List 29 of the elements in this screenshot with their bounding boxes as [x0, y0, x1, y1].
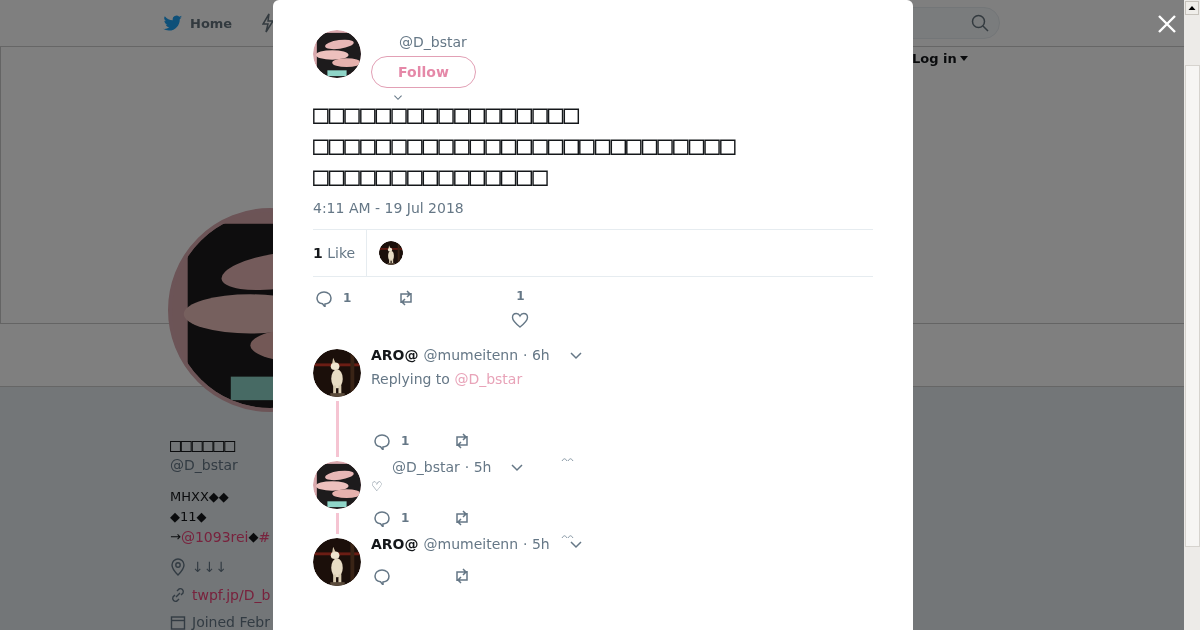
bio-text: MHXX◆◆ [170, 488, 229, 506]
reply-button[interactable]: 1 [373, 509, 410, 527]
tweet-timestamp[interactable]: 4:11 AM - 19 Jul 2018 [313, 200, 873, 216]
profile-handle: @D_bstar [170, 457, 238, 473]
author-handle[interactable]: @D_bstar [399, 34, 467, 50]
reply-time[interactable]: · 6h [523, 347, 550, 363]
reply-author-handle[interactable]: @mumeitenn [423, 347, 519, 363]
home-link[interactable]: Home [163, 14, 233, 32]
bio-text: → [170, 528, 181, 546]
reply-text: ♡ [371, 479, 384, 494]
reply-author-name[interactable]: ARO@ [371, 347, 419, 363]
likes-count[interactable]: 1 Like [313, 230, 368, 276]
profile-location: ↓↓↓ [192, 559, 228, 575]
bio-text: ◆ [248, 528, 259, 546]
reply-author-handle[interactable]: @D_bstar [392, 459, 460, 475]
bio-text: ◆11◆ [170, 508, 207, 526]
reply-button[interactable]: 1 [315, 289, 352, 307]
like-button[interactable]: 1 [511, 289, 530, 329]
reply-author-handle[interactable]: @mumeitenn [423, 536, 519, 552]
profile-name: □□□□□□ [170, 433, 236, 457]
reply-button[interactable]: 1 [373, 432, 410, 450]
replying-to-label: Replying to [371, 371, 451, 387]
reply-author-name[interactable]: ARO@ [371, 536, 419, 552]
tweet-text: □□□□□□□□□□□□□□□□□ □□□□□□□□□□□□□□□□□□□□□□□□□□□ □□□□□□□□□□□□□□□ [313, 99, 737, 192]
login-menu[interactable]: Log in [912, 51, 968, 66]
follow-button[interactable]: Follow [371, 56, 476, 88]
profile-joined-date: Joined Febr [192, 614, 270, 630]
reply-time[interactable]: · 5h [523, 536, 550, 552]
reply-time[interactable]: · 5h [464, 459, 492, 475]
